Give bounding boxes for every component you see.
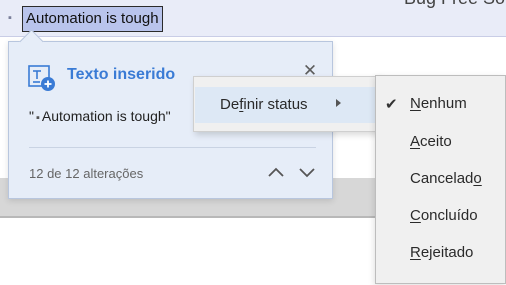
document-heading: Bug Free So	[404, 0, 505, 9]
card-divider	[29, 147, 316, 148]
status-option-rejected[interactable]: Rejeitado	[377, 238, 505, 270]
document-separator	[0, 216, 380, 218]
quote-open: "	[29, 108, 34, 124]
insert-text-icon	[28, 65, 55, 91]
status-option-cancelled[interactable]: Cancelado	[377, 164, 505, 196]
change-counter: 12 de 12 alterações	[29, 166, 144, 181]
check-icon: ✔	[385, 96, 398, 113]
menu-item-set-status[interactable]: Definir status	[195, 87, 377, 123]
status-option-label: Nenhum	[410, 95, 467, 112]
change-context-menu: Definir status	[193, 76, 383, 132]
status-option-label: Cancelado	[410, 170, 482, 187]
selected-inserted-text[interactable]: Automation is tough	[22, 6, 163, 32]
change-content: " ▪ Automation is tough"	[29, 108, 171, 124]
status-option-accepted[interactable]: Aceito	[377, 127, 505, 159]
chevron-up-icon[interactable]	[265, 161, 287, 183]
change-type-title: Texto inserido	[67, 66, 176, 83]
status-option-label: Rejeitado	[410, 244, 474, 261]
status-submenu: ✔ Nenhum Aceito Cancelado Concluído Reje…	[375, 75, 506, 284]
change-marker-icon[interactable]: ▪	[3, 10, 17, 26]
submenu-arrow-icon	[336, 99, 341, 107]
status-option-none[interactable]: ✔ Nenhum	[377, 89, 505, 121]
quote-close: "	[165, 108, 171, 124]
status-option-label: Concluído	[410, 207, 478, 224]
change-text: Automation is tough	[41, 108, 166, 124]
set-status-label: Definir status	[220, 96, 308, 113]
paragraph-marker-icon: ▪	[35, 112, 40, 124]
chevron-down-icon[interactable]	[296, 161, 318, 183]
status-option-label: Aceito	[410, 133, 452, 150]
status-option-completed[interactable]: Concluído	[377, 201, 505, 233]
